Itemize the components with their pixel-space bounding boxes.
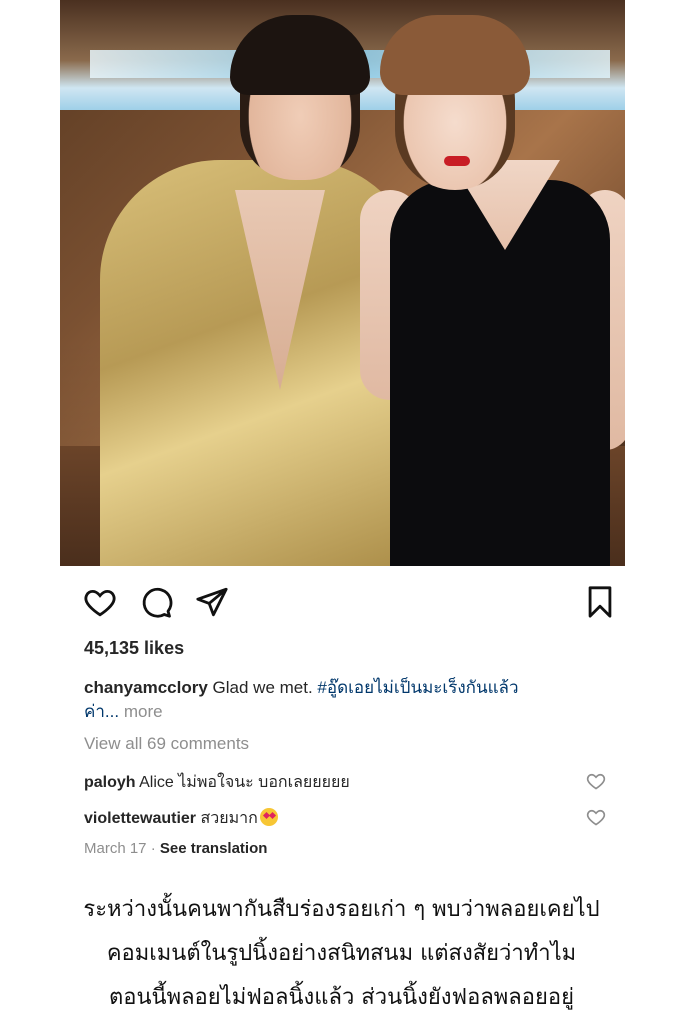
comment-button[interactable] — [136, 582, 176, 622]
article-line: ตอนนี้พลอยไม่ฟอลนิ้งแล้ว ส่วนนิ้งยังฟอลพ… — [109, 985, 574, 1010]
like-button[interactable] — [80, 582, 120, 622]
post-date: March 17 — [84, 840, 147, 857]
caption-username[interactable]: chanyamcclory — [84, 678, 208, 697]
article-line: คอมเมนต์ในรูปนิ้งอย่างสนิทสนม แต่สงสัยว่… — [106, 941, 577, 966]
comment-row: violettewautier สวยมาก — [84, 806, 604, 831]
comment-username[interactable]: violettewautier — [84, 810, 196, 827]
caption-hashtag[interactable]: #อู๊ดเอยไม่เป็นมะเร็งกันแล้ว — [317, 678, 518, 697]
photo-woman-lips — [444, 156, 470, 166]
caption-more-link[interactable]: more — [124, 702, 163, 721]
post-photo[interactable] — [60, 0, 625, 566]
save-button[interactable] — [580, 582, 620, 622]
photo-woman-hair — [380, 15, 530, 95]
comment-username[interactable]: paloyh — [84, 774, 136, 791]
instagram-post-card: 45,135 likes chanyamcclory Glad we met. … — [38, 0, 645, 870]
heart-eyes-emoji-icon — [259, 808, 278, 826]
heart-icon — [84, 589, 116, 617]
comment-text: สวยมาก — [200, 810, 258, 827]
post-caption: chanyamcclory Glad we met. #อู๊ดเอยไม่เป… — [84, 676, 624, 724]
likes-count[interactable]: 45,135 likes — [84, 638, 184, 659]
comment-icon — [142, 587, 173, 618]
comment-like-heart-icon[interactable] — [586, 807, 606, 827]
meta-separator: · — [150, 840, 156, 857]
caption-continuation: ค่า... — [84, 702, 120, 721]
comment-like-heart-icon[interactable] — [586, 771, 606, 791]
comment-text: Alice ไม่พอใจนะ บอกเลยยยยย — [139, 774, 350, 791]
caption-text: Glad we met. — [212, 678, 313, 697]
bookmark-icon — [588, 586, 612, 618]
view-all-comments-link[interactable]: View all 69 comments — [84, 734, 249, 754]
see-translation-link[interactable]: See translation — [160, 840, 268, 857]
share-button[interactable] — [192, 582, 232, 622]
send-icon — [196, 587, 228, 617]
post-meta: March 17 · See translation — [84, 840, 267, 857]
comment-row: paloyh Alice ไม่พอใจนะ บอกเลยยยยย — [84, 770, 604, 795]
post-action-bar — [80, 582, 620, 624]
article-line: ระหว่างนั้นคนพากันสืบร่องรอยเก่า ๆ พบว่า… — [83, 897, 600, 922]
article-caption: ระหว่างนั้นคนพากันสืบร่องรอยเก่า ๆ พบว่า… — [0, 888, 683, 1020]
